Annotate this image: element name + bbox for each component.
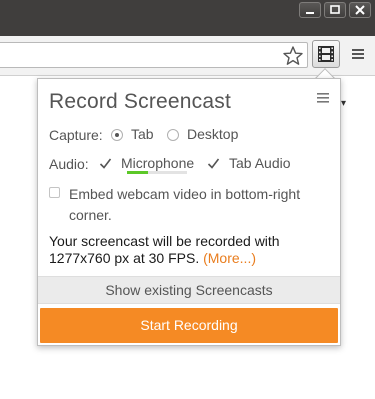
more-link[interactable]: (More...) [203,250,256,266]
microphone-level-bar [127,171,187,174]
browser-toolbar [0,36,375,76]
film-strip-icon [318,46,334,62]
microphone-checkbox[interactable] [99,157,112,170]
tab-audio-label[interactable]: Tab Audio [229,155,291,171]
window-titlebar [0,0,375,36]
capture-tab-label[interactable]: Tab [131,126,154,142]
tab-audio-checkbox[interactable] [207,157,220,170]
start-recording-button[interactable]: Start Recording [40,308,338,343]
capture-tab-radio[interactable] [111,129,123,141]
webcam-label[interactable]: Embed webcam video in bottom-right corne… [69,184,319,226]
maximize-button[interactable] [324,2,346,18]
popup-menu-icon[interactable] [316,92,330,104]
minimize-button[interactable] [299,2,321,18]
minimize-icon [306,12,314,14]
audio-label: Audio: [49,156,89,172]
address-bar[interactable] [0,42,308,68]
page-background-glyph: ▾ [341,98,347,109]
capture-desktop-radio[interactable] [167,129,179,141]
capture-desktop-label[interactable]: Desktop [187,126,238,142]
show-screencasts-button[interactable]: Show existing Screencasts [38,276,340,304]
maximize-icon [330,5,340,14]
microphone-label[interactable]: Microphone [121,155,194,171]
capture-label: Capture: [49,127,103,143]
hamburger-menu-icon[interactable] [351,47,365,61]
screencast-extension-button[interactable] [312,40,340,68]
popup-title: Record Screencast [49,90,231,113]
bookmark-star-icon[interactable] [282,45,304,67]
record-screencast-popup: Record Screencast Capture: Tab Desktop A… [37,78,341,346]
close-button[interactable] [349,2,371,18]
webcam-checkbox[interactable] [49,187,60,198]
recording-info: Your screencast will be recorded with 12… [49,233,329,267]
microphone-level-fill [127,171,148,174]
close-icon [355,5,365,15]
